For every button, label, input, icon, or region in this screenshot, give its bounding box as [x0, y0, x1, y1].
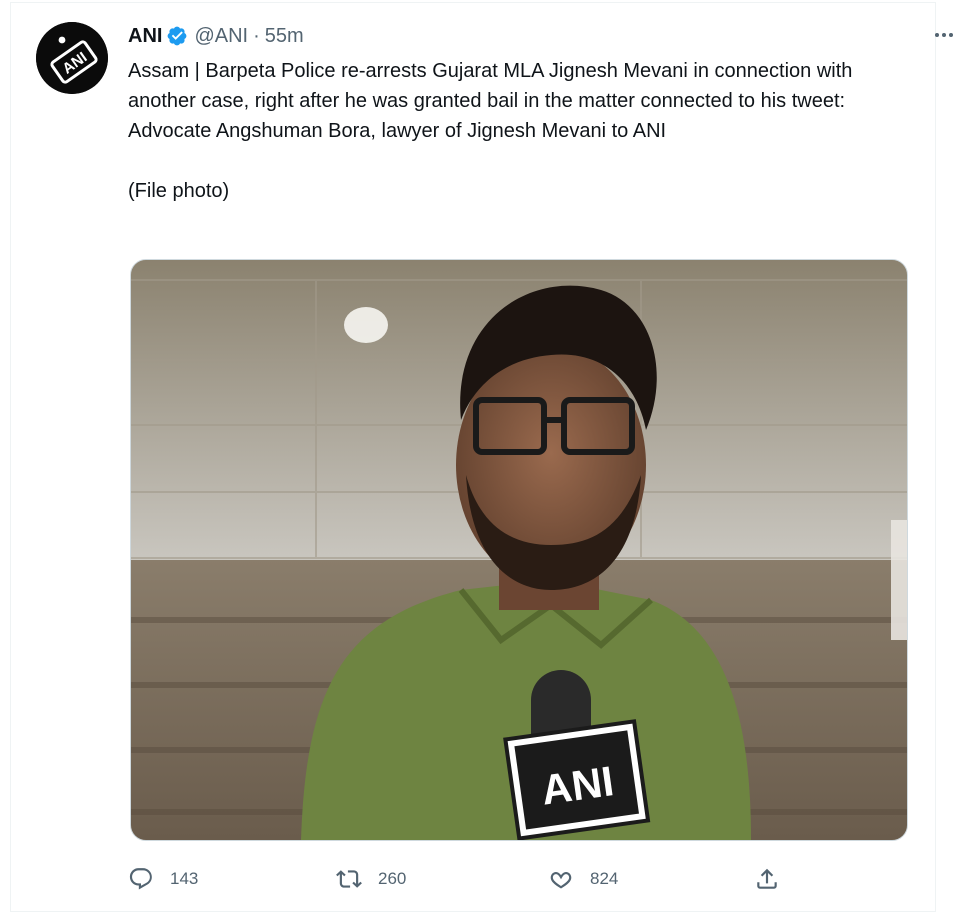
- share-icon: [757, 868, 777, 889]
- tweet-time[interactable]: 55m: [265, 25, 304, 48]
- retweet-button[interactable]: 260: [336, 862, 406, 896]
- tweet-header: ANI @ANI · 55m: [128, 22, 304, 50]
- author-name[interactable]: ANI: [128, 25, 162, 48]
- like-count: 824: [590, 869, 619, 888]
- mic-flag-text: ANI: [538, 757, 616, 814]
- like-button[interactable]: 824: [548, 862, 618, 896]
- tweet-text: Assam | Barpeta Police re-arrests Gujara…: [128, 60, 853, 202]
- ani-logo-icon: ANI: [36, 22, 108, 94]
- tweet-photo[interactable]: ANI: [130, 259, 908, 841]
- author-handle[interactable]: @ANI: [194, 25, 248, 48]
- more-dot: [942, 33, 946, 37]
- verified-badge-icon: [168, 26, 187, 46]
- tweet-actions: 143 260 824: [128, 862, 828, 896]
- retweet-count: 260: [378, 869, 407, 888]
- more-horizontal-icon: [935, 33, 939, 37]
- photo-illustration: ANI: [131, 260, 907, 840]
- more-dot: [949, 33, 953, 37]
- reply-button[interactable]: 143: [128, 862, 198, 896]
- reply-icon: [129, 868, 152, 890]
- reply-count: 143: [170, 869, 199, 888]
- avatar[interactable]: ANI: [36, 22, 108, 94]
- more-options-button[interactable]: [929, 22, 959, 48]
- heart-icon: [550, 871, 572, 889]
- retweet-icon: [336, 870, 362, 888]
- share-button[interactable]: [754, 862, 780, 896]
- separator-dot: ·: [253, 24, 260, 47]
